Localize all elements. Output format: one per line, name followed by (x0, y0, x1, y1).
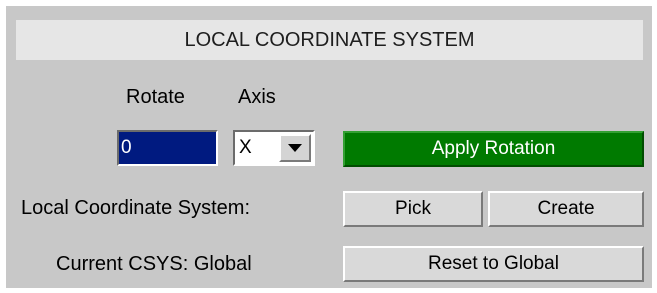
rotate-header: Rotate (126, 86, 185, 108)
axis-dropdown[interactable]: X (233, 130, 315, 166)
apply-rotation-button[interactable]: Apply Rotation (343, 131, 644, 167)
create-button[interactable]: Create (488, 191, 644, 227)
current-csys-label: Current CSYS: Global (56, 253, 252, 275)
rotate-value-text: 0 (121, 137, 132, 158)
axis-dropdown-button[interactable] (279, 134, 311, 162)
reset-to-global-button[interactable]: Reset to Global (343, 246, 644, 282)
pick-button[interactable]: Pick (343, 191, 483, 227)
rotate-value-input[interactable]: 0 (117, 130, 218, 166)
local-coordinate-system-panel: LOCAL COORDINATE SYSTEM Rotate Axis 0 X … (6, 6, 652, 288)
panel-title: LOCAL COORDINATE SYSTEM (16, 20, 643, 60)
axis-selected-value: X (239, 137, 252, 158)
local-coordinate-system-label: Local Coordinate System: (21, 197, 251, 219)
axis-header: Axis (238, 86, 276, 108)
triangle-down-icon (288, 144, 302, 152)
